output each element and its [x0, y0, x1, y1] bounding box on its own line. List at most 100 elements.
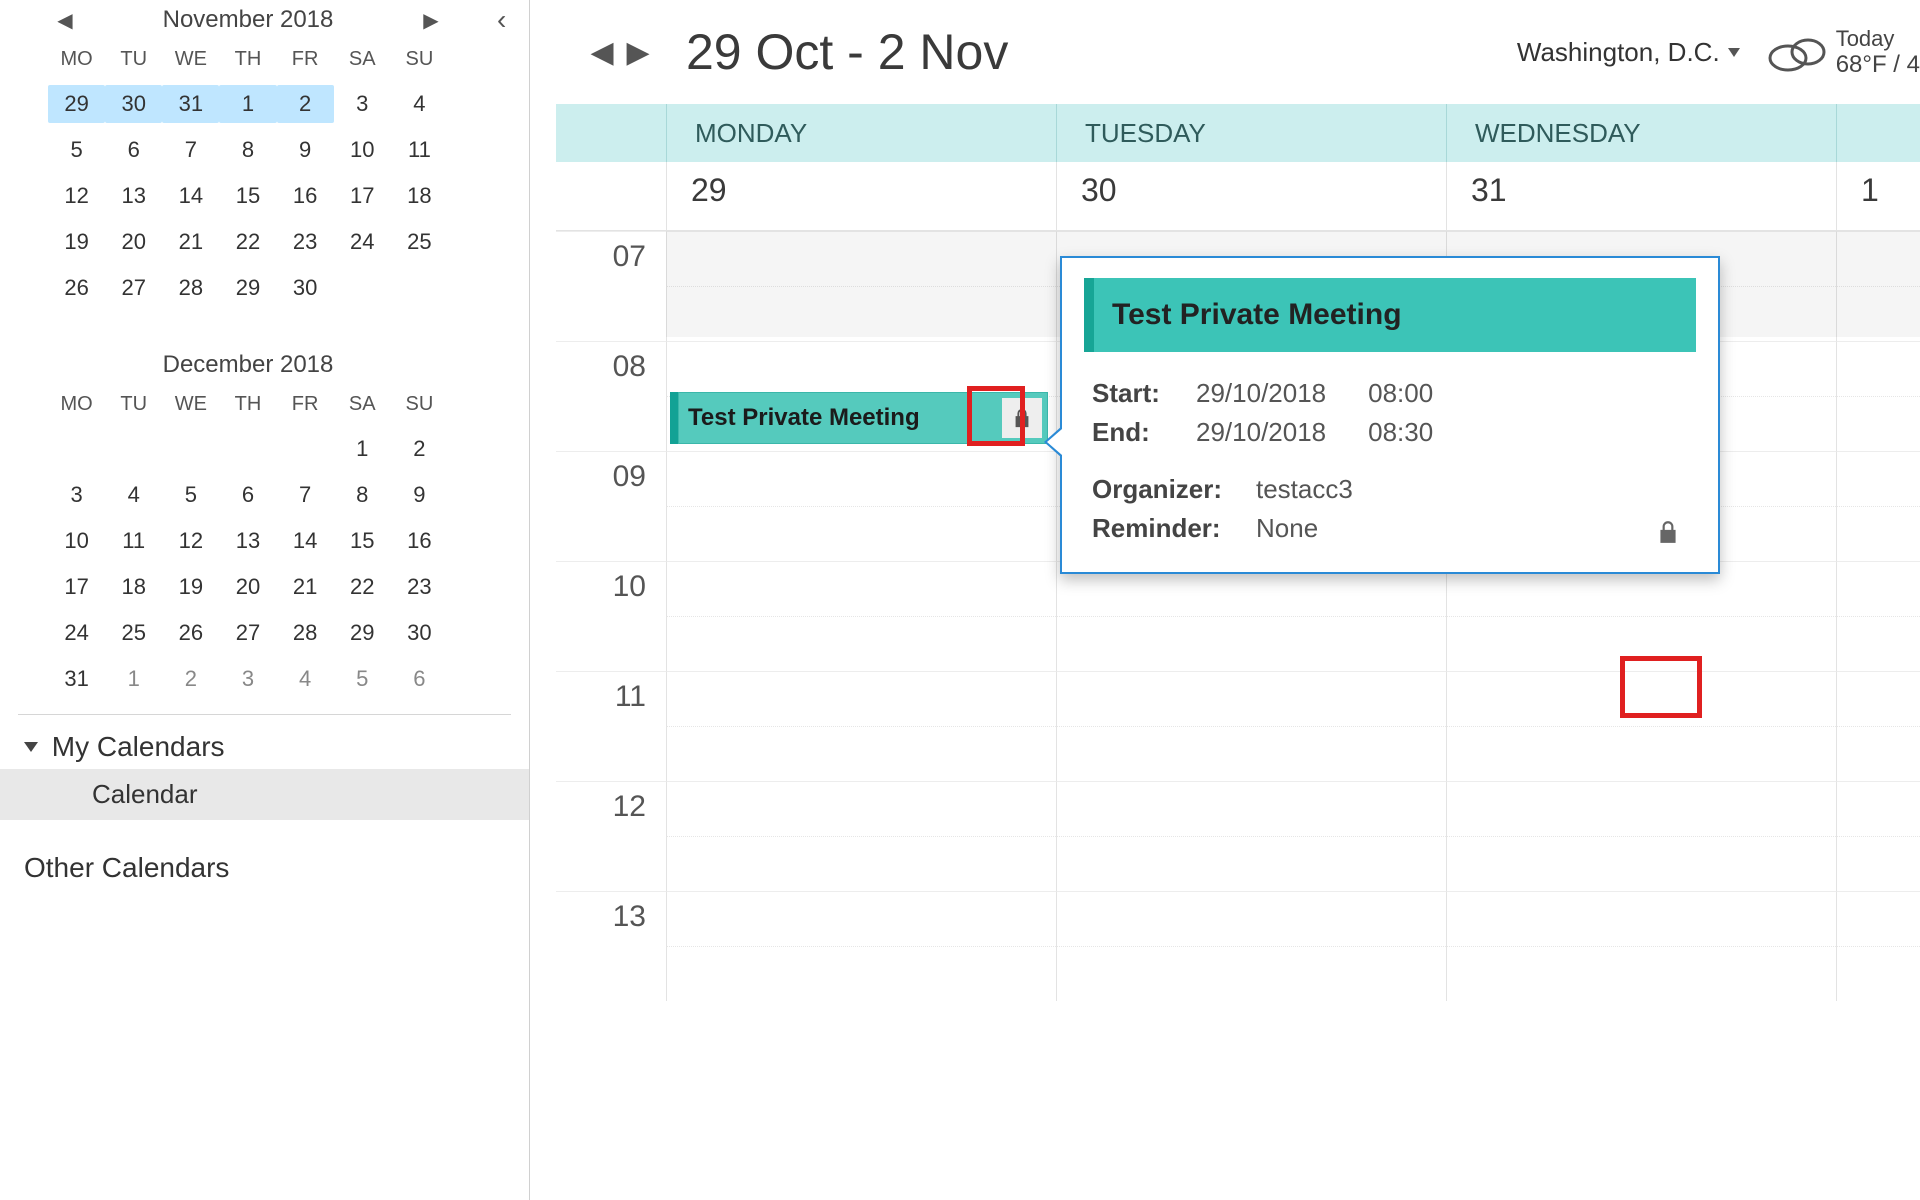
date-cell[interactable]: 30 [1056, 162, 1446, 230]
time-slot[interactable] [666, 506, 1056, 561]
time-slot[interactable] [1836, 286, 1920, 341]
time-slot[interactable] [1836, 781, 1920, 836]
mini-calendar-day[interactable]: 1 [334, 430, 391, 468]
mini-calendar-day[interactable]: 19 [48, 223, 105, 261]
mini-calendar-day[interactable]: 29 [334, 614, 391, 652]
mini-calendar-day[interactable]: 30 [391, 614, 448, 652]
time-slot[interactable] [1836, 726, 1920, 781]
mini-calendar-day[interactable]: 31 [162, 85, 219, 123]
mini-calendar-day[interactable]: 17 [48, 568, 105, 606]
time-slot[interactable] [666, 946, 1056, 1001]
mini-calendar-day[interactable]: 2 [277, 85, 334, 123]
time-slot[interactable] [1446, 671, 1836, 726]
mini-calendar-day[interactable]: 12 [48, 177, 105, 215]
time-slot[interactable] [1836, 451, 1920, 506]
time-slot[interactable] [1836, 836, 1920, 891]
time-slot[interactable] [1836, 231, 1920, 286]
mini-calendar-day[interactable]: 11 [105, 522, 162, 560]
time-slot[interactable] [666, 726, 1056, 781]
time-slot[interactable] [1056, 671, 1446, 726]
mini-calendar-day[interactable]: 23 [391, 568, 448, 606]
mini-calendar-day[interactable]: 19 [162, 568, 219, 606]
calendar-item-default[interactable]: Calendar [0, 769, 529, 820]
mini-calendar-day[interactable]: 12 [162, 522, 219, 560]
time-slot[interactable] [666, 341, 1056, 396]
mini-calendar-day[interactable]: 31 [48, 660, 105, 698]
time-slot[interactable] [666, 671, 1056, 726]
time-slot[interactable] [666, 561, 1056, 616]
mini-calendar-day[interactable]: 10 [48, 522, 105, 560]
mini-calendar-day[interactable]: 7 [277, 476, 334, 514]
group-other-calendars[interactable]: Other Calendars [0, 846, 529, 890]
mini-calendar-day[interactable]: 6 [219, 476, 276, 514]
mini-calendar-day[interactable]: 2 [162, 660, 219, 698]
mini-calendar-day[interactable]: 24 [334, 223, 391, 261]
mini-calendar-day[interactable]: 28 [162, 269, 219, 307]
mini-calendar-day[interactable]: 27 [219, 614, 276, 652]
mini-calendar-day[interactable]: 1 [105, 660, 162, 698]
mini-calendar-day[interactable]: 4 [277, 660, 334, 698]
mini-calendar-day[interactable]: 20 [105, 223, 162, 261]
time-slot[interactable] [1056, 781, 1446, 836]
weather-location-picker[interactable]: Washington, D.C. [1517, 37, 1740, 68]
mini-calendar-day[interactable]: 16 [391, 522, 448, 560]
time-slot[interactable] [1446, 781, 1836, 836]
mini-calendar-day[interactable]: 8 [219, 131, 276, 169]
mini-calendar-day[interactable]: 3 [48, 476, 105, 514]
time-slot[interactable] [1836, 946, 1920, 1001]
time-slot[interactable] [666, 451, 1056, 506]
mini-calendar-day[interactable]: 20 [219, 568, 276, 606]
mini-calendar-day[interactable]: 9 [391, 476, 448, 514]
mini-calendar-day[interactable]: 3 [334, 85, 391, 123]
mini-calendar-day[interactable]: 11 [391, 131, 448, 169]
mini-calendar-day[interactable]: 23 [277, 223, 334, 261]
time-slot[interactable] [1836, 561, 1920, 616]
mini-calendar-day[interactable]: 29 [48, 85, 105, 123]
prev-month-icon[interactable]: ◀ [52, 8, 78, 33]
time-slot[interactable] [1836, 891, 1920, 946]
time-slot[interactable] [666, 616, 1056, 671]
mini-calendar-day[interactable]: 5 [334, 660, 391, 698]
mini-calendar-day[interactable]: 1 [219, 85, 276, 123]
mini-calendar-day[interactable]: 25 [391, 223, 448, 261]
next-week-icon[interactable]: ▶ [620, 35, 656, 70]
event-private-meeting[interactable]: Test Private Meeting [670, 392, 1048, 444]
time-slot[interactable] [1056, 726, 1446, 781]
mini-calendar-day[interactable]: 4 [105, 476, 162, 514]
mini-calendar-day[interactable]: 6 [391, 660, 448, 698]
time-slot[interactable] [1446, 891, 1836, 946]
mini-calendar-day[interactable]: 10 [334, 131, 391, 169]
date-cell[interactable]: 31 [1446, 162, 1836, 230]
time-slot[interactable] [1056, 891, 1446, 946]
mini-calendar-day[interactable]: 30 [277, 269, 334, 307]
mini-calendar-day[interactable]: 5 [48, 131, 105, 169]
mini-calendar-day[interactable]: 28 [277, 614, 334, 652]
mini-calendar-day[interactable]: 22 [219, 223, 276, 261]
mini-calendar-day[interactable]: 5 [162, 476, 219, 514]
mini-calendar-day[interactable]: 21 [277, 568, 334, 606]
time-slot[interactable] [1836, 616, 1920, 671]
mini-calendar-day[interactable]: 6 [105, 131, 162, 169]
mini-calendar-day[interactable]: 17 [334, 177, 391, 215]
mini-calendar-day[interactable]: 9 [277, 131, 334, 169]
time-slot[interactable] [1056, 836, 1446, 891]
date-cell[interactable]: 1 [1836, 162, 1920, 230]
time-slot[interactable] [1056, 946, 1446, 1001]
mini-calendar-day[interactable]: 8 [334, 476, 391, 514]
mini-calendar-day[interactable]: 27 [105, 269, 162, 307]
mini-calendar-day[interactable]: 26 [48, 269, 105, 307]
mini-calendar-day[interactable]: 14 [277, 522, 334, 560]
next-month-icon[interactable]: ▶ [418, 8, 444, 33]
time-slot[interactable] [1446, 946, 1836, 1001]
sidebar-collapse-icon[interactable]: ‹ [497, 4, 506, 36]
time-slot[interactable] [666, 781, 1056, 836]
mini-calendar-day[interactable]: 18 [105, 568, 162, 606]
mini-calendar-day[interactable]: 3 [219, 660, 276, 698]
time-slot[interactable] [1446, 726, 1836, 781]
time-slot[interactable] [1056, 616, 1446, 671]
group-my-calendars[interactable]: My Calendars [0, 725, 529, 769]
mini-calendar-day[interactable]: 26 [162, 614, 219, 652]
time-slot[interactable] [1446, 616, 1836, 671]
mini-calendar-day[interactable]: 13 [105, 177, 162, 215]
mini-calendar-day[interactable]: 21 [162, 223, 219, 261]
